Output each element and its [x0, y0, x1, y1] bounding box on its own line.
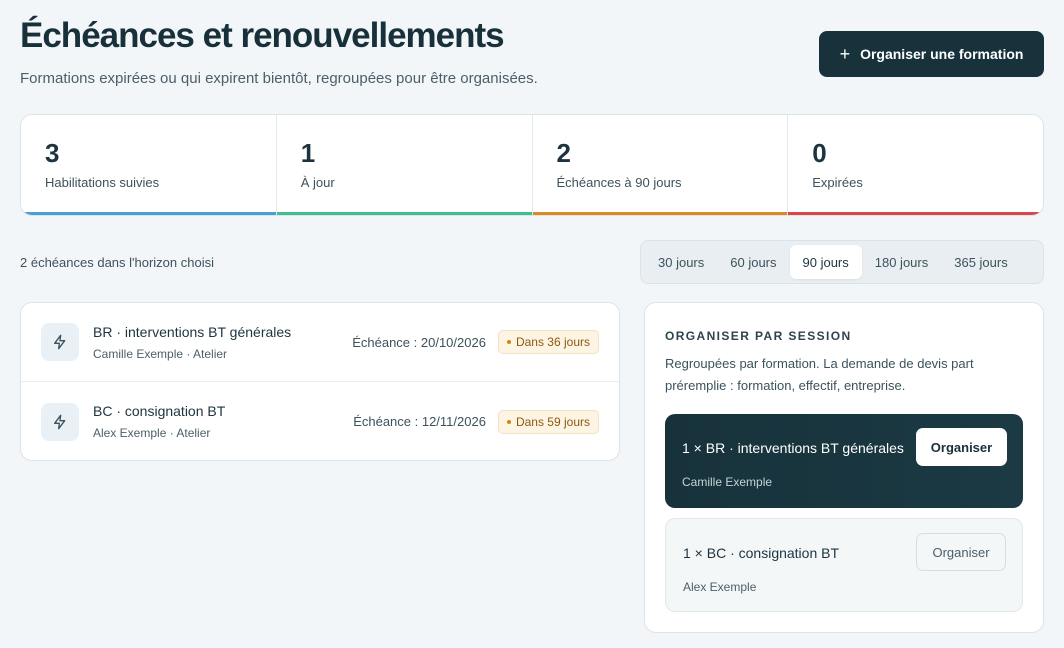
- stat-value: 2: [556, 138, 571, 168]
- organize-training-button[interactable]: + Organiser une formation: [819, 31, 1044, 77]
- stats-panel: 3 Habilitations suivies 1 À jour 2 Échéa…: [20, 114, 1044, 216]
- panel-heading: ORGANISER PAR SESSION: [665, 329, 852, 343]
- item-info: BC · consignation BT Alex Exemple · Atel…: [93, 403, 353, 440]
- session-panel: ORGANISER PAR SESSION Regroupées par for…: [644, 302, 1044, 633]
- stat-due-90: 2 Échéances à 90 jours: [532, 115, 789, 215]
- stat-bar: [788, 212, 1043, 215]
- stat-bar: [532, 212, 788, 215]
- stat-label: Échéances à 90 jours: [556, 175, 682, 190]
- session-card: 1 × BC · consignation BT Alex Exemple Or…: [665, 518, 1023, 612]
- session-card: 1 × BR · interventions BT générales Cami…: [665, 414, 1023, 508]
- item-due-date: Échéance : 12/11/2026: [353, 414, 486, 429]
- due-badge-label: Dans 59 jours: [515, 414, 590, 429]
- session-subtitle: Alex Exemple: [683, 580, 757, 594]
- item-title: BR · interventions BT générales: [93, 323, 292, 340]
- stat-label: Expirées: [812, 175, 863, 190]
- stat-value: 3: [45, 138, 60, 168]
- horizon-option-365[interactable]: 365 jours: [941, 245, 1020, 279]
- results-count: 2 échéances dans l'horizon choisi: [20, 255, 214, 270]
- stat-expired: 0 Expirées: [788, 115, 1043, 215]
- stat-label: Habilitations suivies: [45, 175, 160, 190]
- stat-value: 1: [300, 138, 316, 168]
- horizon-option-180[interactable]: 180 jours: [862, 245, 941, 279]
- stat-value: 0: [812, 138, 827, 168]
- horizon-selector: 30 jours 60 jours 90 jours 180 jours 365…: [640, 240, 1044, 284]
- stat-bar: [276, 212, 532, 215]
- dot-icon: [506, 419, 511, 424]
- horizon-option-60[interactable]: 60 jours: [717, 245, 789, 279]
- organize-training-label: Organiser une formation: [860, 46, 1024, 62]
- session-title: 1 × BC · consignation BT: [683, 545, 840, 561]
- page-title: Échéances et renouvellements: [20, 16, 505, 55]
- due-list: BR · interventions BT générales Camille …: [20, 302, 620, 461]
- list-item[interactable]: BC · consignation BT Alex Exemple · Atel…: [21, 382, 619, 460]
- stat-up-to-date: 1 À jour: [276, 115, 533, 215]
- item-subtitle: Alex Exemple · Atelier: [93, 426, 211, 440]
- session-subtitle: Camille Exemple: [682, 475, 773, 489]
- bolt-icon: [41, 323, 79, 361]
- plus-icon: +: [839, 44, 851, 64]
- organize-session-button[interactable]: Organiser: [916, 428, 1007, 466]
- horizon-option-90[interactable]: 90 jours: [789, 245, 862, 279]
- item-info: BR · interventions BT générales Camille …: [93, 324, 352, 361]
- stat-label: À jour: [300, 175, 335, 190]
- panel-description: Regroupées par formation. La demande de …: [665, 356, 974, 393]
- session-title: 1 × BR · interventions BT générales: [682, 440, 904, 456]
- stat-tracked: 3 Habilitations suivies: [21, 115, 277, 215]
- stat-bar: [21, 212, 276, 215]
- bolt-icon: [41, 402, 79, 441]
- dot-icon: [506, 340, 511, 344]
- item-subtitle: Camille Exemple · Atelier: [93, 346, 228, 361]
- list-item[interactable]: BR · interventions BT générales Camille …: [21, 303, 619, 382]
- due-badge: Dans 36 jours: [497, 330, 599, 354]
- item-due-date: Échéance : 20/10/2026: [352, 334, 486, 350]
- page-subtitle: Formations expirées ou qui expirent bien…: [20, 70, 538, 87]
- due-badge: Dans 59 jours: [497, 409, 599, 434]
- horizon-option-30[interactable]: 30 jours: [645, 245, 717, 279]
- organize-session-button[interactable]: Organiser: [916, 533, 1006, 571]
- due-badge-label: Dans 36 jours: [515, 335, 590, 349]
- item-title: BC · consignation BT: [93, 403, 226, 419]
